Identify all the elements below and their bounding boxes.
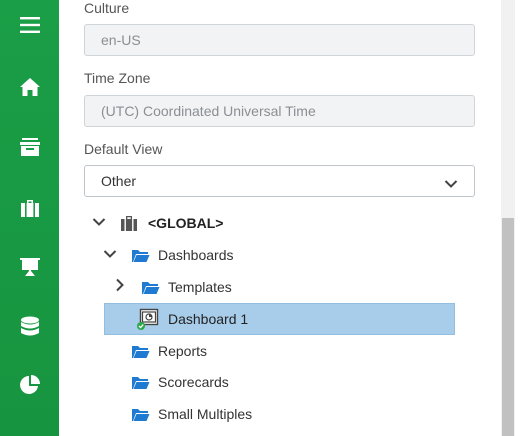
sidebar	[0, 0, 59, 436]
archive-button[interactable]	[0, 124, 59, 170]
default-view-value: Other	[101, 173, 137, 189]
culture-field[interactable]	[84, 24, 475, 56]
folder-icon	[131, 407, 150, 422]
database-button[interactable]	[0, 304, 59, 350]
pie-chart-icon	[19, 374, 41, 396]
dashboard-icon	[135, 307, 159, 331]
analytics-button[interactable]	[0, 362, 59, 408]
chevron-right-icon	[115, 278, 125, 297]
right-edge	[515, 0, 523, 436]
tree-node-templates[interactable]: Templates	[141, 272, 232, 302]
collapse-global-toggle[interactable]	[91, 215, 107, 231]
tree-node-scorecards[interactable]: Scorecards	[131, 367, 229, 397]
timezone-label: Time Zone	[84, 70, 151, 86]
scrollbar-thumb[interactable]	[502, 218, 514, 436]
tree-node-dashboard-1-label: Dashboard 1	[168, 311, 249, 327]
folder-icon	[141, 280, 160, 295]
tree-node-reports[interactable]: Reports	[131, 336, 207, 366]
chevron-down-icon	[444, 176, 458, 192]
folder-icon	[131, 375, 150, 390]
home-button[interactable]	[0, 64, 59, 110]
tree-node-dashboard-1[interactable]: Dashboard 1	[135, 304, 248, 334]
tree-node-scorecards-label: Scorecards	[158, 374, 229, 390]
home-icon	[19, 77, 41, 97]
presentation-icon	[19, 257, 41, 277]
tree-node-small-multiples[interactable]: Small Multiples	[131, 399, 252, 429]
menu-icon	[19, 16, 40, 34]
menu-button[interactable]	[0, 2, 59, 48]
tree-node-dashboards-label: Dashboards	[158, 247, 234, 263]
folder-icon	[131, 344, 150, 359]
chevron-down-icon	[92, 214, 106, 232]
folder-icon	[131, 248, 150, 263]
briefcase-icon	[20, 198, 40, 218]
collapse-dashboards-toggle[interactable]	[102, 247, 118, 263]
timezone-field[interactable]	[84, 95, 475, 127]
portfolio-button[interactable]	[0, 185, 59, 231]
default-view-select[interactable]: Other	[84, 165, 475, 197]
default-view-label: Default View	[84, 141, 163, 157]
settings-panel: Culture Time Zone Default View Other <GL…	[59, 0, 501, 436]
tree-node-global[interactable]: <GLOBAL>	[120, 208, 223, 238]
archive-icon	[19, 137, 41, 157]
culture-label: Culture	[84, 0, 130, 16]
briefcase-icon	[120, 215, 138, 232]
chevron-down-icon	[103, 246, 117, 264]
tree-node-small-multiples-label: Small Multiples	[158, 406, 253, 422]
tree-node-global-label: <GLOBAL>	[148, 215, 224, 231]
database-icon	[20, 316, 40, 338]
tree-node-templates-label: Templates	[168, 279, 232, 295]
tree-node-dashboards[interactable]: Dashboards	[131, 240, 234, 270]
expand-templates-toggle[interactable]	[112, 278, 128, 297]
presentation-button[interactable]	[0, 244, 59, 290]
tree-node-reports-label: Reports	[158, 343, 208, 359]
